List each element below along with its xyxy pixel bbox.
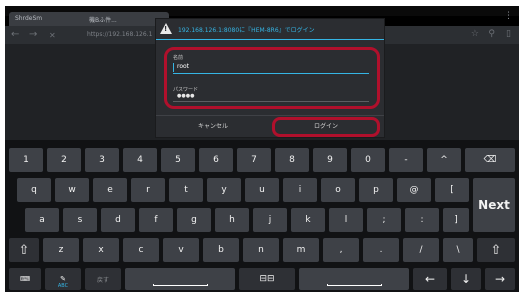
search-icon[interactable]: ⚲ bbox=[488, 29, 495, 39]
login-dialog: 192.168.126.1:8080に『HEM-8R6』でログイン 名前 roo… bbox=[155, 18, 385, 138]
text-cursor bbox=[173, 63, 174, 72]
arrow-left-key[interactable]: ← bbox=[413, 268, 447, 290]
space-key-left[interactable] bbox=[125, 268, 235, 290]
tab-title-2: 機Bふ件... bbox=[89, 17, 117, 24]
device-screen: ShrdeSm 機Bふ件... ⋮ ← → ✕ https://192.168.… bbox=[5, 6, 519, 292]
key-colon[interactable]: : bbox=[405, 208, 439, 232]
key-comma[interactable]: , bbox=[323, 238, 359, 262]
title-divider bbox=[156, 39, 384, 40]
menu-icon[interactable]: ⋮ bbox=[504, 12, 513, 21]
space-icon bbox=[326, 284, 382, 286]
key-a[interactable]: a bbox=[25, 208, 59, 232]
key-w[interactable]: w bbox=[55, 178, 89, 202]
key-semicolon[interactable]: ; bbox=[367, 208, 401, 232]
url-field[interactable]: https://192.168.126.1 bbox=[87, 31, 152, 38]
star-icon[interactable]: ☆ bbox=[471, 29, 479, 39]
key-h[interactable]: h bbox=[215, 208, 249, 232]
key-i[interactable]: i bbox=[283, 178, 317, 202]
key-t[interactable]: t bbox=[169, 178, 203, 202]
browser-tab[interactable]: ShrdeSm 機Bふ件... bbox=[9, 12, 169, 26]
key-u[interactable]: u bbox=[245, 178, 279, 202]
key-c[interactable]: c bbox=[123, 238, 159, 262]
abc-label: ABC bbox=[57, 283, 69, 289]
key-6[interactable]: 6 bbox=[199, 148, 233, 172]
dialog-buttons: キャンセル ログイン bbox=[156, 115, 384, 137]
soft-keyboard: 1 2 3 4 5 6 7 8 9 0 - ^ ⌫ q w e r t y u … bbox=[5, 140, 519, 292]
password-value: ●●●● bbox=[177, 93, 195, 99]
key-at[interactable]: @ bbox=[397, 178, 431, 202]
key-left-bracket[interactable]: [ bbox=[435, 178, 469, 202]
password-input[interactable]: ●●●● bbox=[173, 93, 369, 102]
key-4[interactable]: 4 bbox=[123, 148, 157, 172]
undo-key[interactable]: 戻す bbox=[85, 268, 121, 290]
key-m[interactable]: m bbox=[283, 238, 319, 262]
key-0[interactable]: 0 bbox=[351, 148, 385, 172]
key-caret[interactable]: ^ bbox=[427, 148, 461, 172]
login-button[interactable]: ログイン bbox=[272, 117, 380, 137]
key-2[interactable]: 2 bbox=[47, 148, 81, 172]
password-label: パスワード bbox=[173, 87, 199, 93]
tab-title-1: ShrdeSm bbox=[15, 15, 43, 22]
key-9[interactable]: 9 bbox=[313, 148, 347, 172]
key-b[interactable]: b bbox=[203, 238, 239, 262]
forward-icon[interactable]: → bbox=[29, 29, 37, 41]
key-o[interactable]: o bbox=[321, 178, 355, 202]
key-z[interactable]: z bbox=[43, 238, 79, 262]
key-n[interactable]: n bbox=[243, 238, 279, 262]
backspace-key[interactable]: ⌫ bbox=[465, 148, 515, 172]
credentials-highlight: 名前 root パスワード ●●●● bbox=[164, 47, 380, 109]
key-7[interactable]: 7 bbox=[237, 148, 271, 172]
space-key-right[interactable] bbox=[299, 268, 409, 290]
key-minus[interactable]: - bbox=[389, 148, 423, 172]
key-x[interactable]: x bbox=[83, 238, 119, 262]
grid-icon: ⊟⊟ bbox=[259, 274, 275, 284]
key-slash[interactable]: / bbox=[403, 238, 439, 262]
keyboard-icon: ⌨ bbox=[19, 274, 31, 283]
key-q[interactable]: q bbox=[17, 178, 51, 202]
arrow-right-key[interactable]: → bbox=[485, 268, 515, 290]
name-value: root bbox=[177, 63, 190, 70]
name-label: 名前 bbox=[173, 55, 184, 61]
key-l[interactable]: l bbox=[329, 208, 363, 232]
key-8[interactable]: 8 bbox=[275, 148, 309, 172]
back-icon[interactable]: ← bbox=[11, 29, 19, 41]
key-d[interactable]: d bbox=[101, 208, 135, 232]
key-k[interactable]: k bbox=[291, 208, 325, 232]
dialog-title: 192.168.126.1:8080に『HEM-8R6』でログイン bbox=[160, 23, 382, 37]
key-v[interactable]: v bbox=[163, 238, 199, 262]
next-key[interactable]: Next bbox=[473, 178, 515, 232]
space-icon bbox=[152, 284, 208, 286]
key-5[interactable]: 5 bbox=[161, 148, 195, 172]
undo-label: 戻す bbox=[96, 276, 109, 284]
key-s[interactable]: s bbox=[63, 208, 97, 232]
bookmark-icon[interactable]: ▯ bbox=[506, 29, 511, 39]
key-3[interactable]: 3 bbox=[85, 148, 119, 172]
shift-key-right[interactable]: ⇧ bbox=[477, 238, 515, 262]
key-e[interactable]: e bbox=[93, 178, 127, 202]
cursor-key[interactable]: ⊟⊟ bbox=[239, 268, 295, 290]
arrow-down-key[interactable]: ↓ bbox=[451, 268, 481, 290]
cancel-button[interactable]: キャンセル bbox=[156, 116, 270, 138]
key-r[interactable]: r bbox=[131, 178, 165, 202]
language-icon: ✎ bbox=[60, 274, 66, 283]
key-y[interactable]: y bbox=[207, 178, 241, 202]
warning-icon bbox=[160, 23, 172, 34]
key-g[interactable]: g bbox=[177, 208, 211, 232]
key-f[interactable]: f bbox=[139, 208, 173, 232]
abc-key[interactable]: ✎ ABC bbox=[45, 268, 81, 290]
key-1[interactable]: 1 bbox=[9, 148, 43, 172]
dialog-title-text: 192.168.126.1:8080に『HEM-8R6』でログイン bbox=[178, 27, 315, 34]
key-period[interactable]: . bbox=[363, 238, 399, 262]
shift-key-left[interactable]: ⇧ bbox=[9, 238, 39, 262]
name-input[interactable]: root bbox=[173, 62, 369, 74]
key-p[interactable]: p bbox=[359, 178, 393, 202]
key-j[interactable]: j bbox=[253, 208, 287, 232]
key-right-bracket[interactable]: ] bbox=[443, 208, 469, 232]
key-backslash[interactable]: \ bbox=[443, 238, 473, 262]
keyboard-settings-key[interactable]: ⌨ bbox=[9, 268, 41, 290]
close-icon[interactable]: ✕ bbox=[49, 30, 56, 42]
